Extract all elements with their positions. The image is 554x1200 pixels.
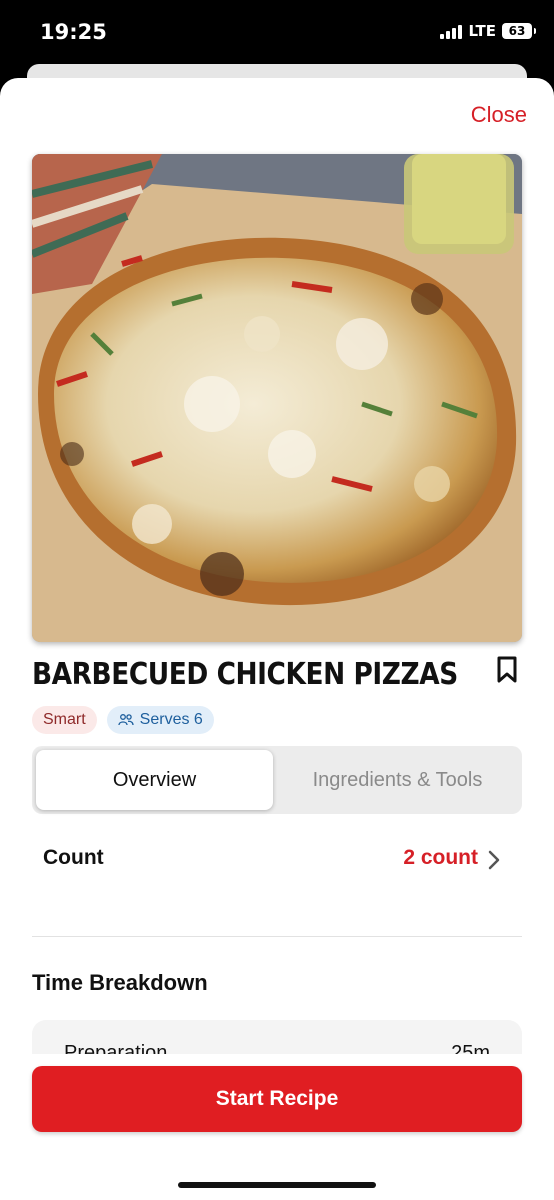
tag-label: Serves 6 bbox=[139, 711, 203, 728]
title-row: BARBECUED CHICKEN PIZZAS bbox=[32, 656, 522, 700]
tab-ingredients-tools[interactable]: Ingredients & Tools bbox=[277, 750, 518, 810]
tag-label: Smart bbox=[43, 711, 86, 728]
status-indicators: LTE 63 bbox=[440, 22, 536, 40]
section-title-time-breakdown: Time Breakdown bbox=[32, 970, 208, 995]
status-time: 19:25 bbox=[40, 20, 107, 44]
status-bar: 19:25 LTE 63 bbox=[0, 0, 554, 70]
battery-icon: 63 bbox=[502, 23, 536, 39]
tag-serves: Serves 6 bbox=[106, 706, 214, 734]
signal-icon bbox=[440, 24, 463, 39]
count-row[interactable]: Count 2 count bbox=[32, 834, 522, 886]
count-label: Count bbox=[43, 846, 104, 869]
divider bbox=[32, 936, 522, 937]
tab-switcher: Overview Ingredients & Tools bbox=[32, 746, 522, 814]
pizza-photo bbox=[32, 154, 522, 642]
close-button[interactable]: Close bbox=[471, 102, 527, 128]
network-type: LTE bbox=[468, 22, 496, 40]
tab-overview[interactable]: Overview bbox=[36, 750, 273, 810]
start-recipe-button[interactable]: Start Recipe bbox=[32, 1066, 522, 1132]
recipe-image bbox=[32, 154, 522, 642]
recipe-title: BARBECUED CHICKEN PIZZAS bbox=[32, 657, 458, 692]
tag-list: Smart Serves 6 bbox=[32, 706, 214, 734]
people-icon bbox=[118, 714, 134, 726]
recipe-sheet: Close BARBECUED CHICKEN PIZZAS Smart Ser… bbox=[0, 78, 554, 1200]
chevron-right-icon bbox=[488, 850, 500, 870]
count-value: 2 count bbox=[403, 846, 478, 869]
bookmark-icon[interactable] bbox=[496, 656, 518, 684]
home-indicator bbox=[178, 1182, 376, 1188]
tag-smart: Smart bbox=[32, 706, 97, 734]
